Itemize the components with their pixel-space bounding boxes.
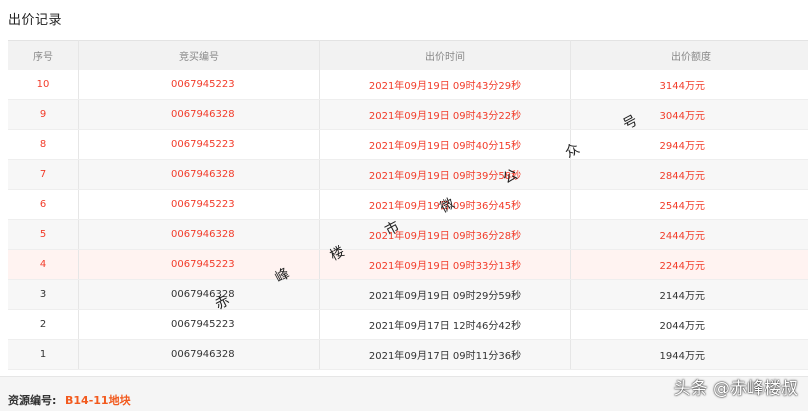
- cell-serial: 1: [8, 340, 79, 370]
- cell-bid-amount: 3044万元: [571, 100, 808, 130]
- cell-bid-code: 0067946328: [79, 100, 320, 130]
- cell-bid-amount: 2244万元: [571, 250, 808, 280]
- cell-bid-code: 0067946328: [79, 160, 320, 190]
- table-row: 6 0067945223 2021年09月19日 09时36分45秒 2544万…: [8, 190, 808, 220]
- table-row: 7 0067946328 2021年09月19日 09时39分58秒 2844万…: [8, 160, 808, 190]
- cell-bid-code: 0067945223: [79, 130, 320, 160]
- cell-bid-code: 0067946328: [79, 340, 320, 370]
- cell-bid-amount: 2844万元: [571, 160, 808, 190]
- cell-bid-time: 2021年09月19日 09时40分15秒: [320, 130, 571, 160]
- table-row: 9 0067946328 2021年09月19日 09时43分22秒 3044万…: [8, 100, 808, 130]
- table-header-row: 序号 竞买编号 出价时间 出价额度: [8, 41, 808, 71]
- table-row: 4 0067945223 2021年09月19日 09时33分13秒 2244万…: [8, 250, 808, 280]
- cell-bid-amount: 2144万元: [571, 280, 808, 310]
- cell-bid-time: 2021年09月19日 09时43分29秒: [320, 70, 571, 100]
- cell-serial: 9: [8, 100, 79, 130]
- cell-serial: 2: [8, 310, 79, 340]
- cell-bid-time: 2021年09月19日 09时33分13秒: [320, 250, 571, 280]
- cell-bid-time: 2021年09月19日 09时39分58秒: [320, 160, 571, 190]
- cell-bid-time: 2021年09月19日 09时29分59秒: [320, 280, 571, 310]
- table-row: 10 0067945223 2021年09月19日 09时43分29秒 3144…: [8, 70, 808, 100]
- cell-bid-amount: 2444万元: [571, 220, 808, 250]
- corner-watermark: 头条 @赤峰楼叔: [674, 374, 798, 399]
- header-bid-code: 竞买编号: [79, 41, 320, 71]
- cell-serial: 3: [8, 280, 79, 310]
- table-row: 8 0067945223 2021年09月19日 09时40分15秒 2944万…: [8, 130, 808, 160]
- resource-number-label: 资源编号:: [8, 392, 56, 408]
- cell-bid-time: 2021年09月17日 12时46分42秒: [320, 310, 571, 340]
- cell-serial: 7: [8, 160, 79, 190]
- cell-bid-time: 2021年09月17日 09时11分36秒: [320, 340, 571, 370]
- table-row: 3 0067946328 2021年09月19日 09时29分59秒 2144万…: [8, 280, 808, 310]
- header-serial: 序号: [8, 41, 79, 71]
- table-row: 5 0067946328 2021年09月19日 09时36分28秒 2444万…: [8, 220, 808, 250]
- cell-bid-amount: 2544万元: [571, 190, 808, 220]
- resource-number-value: B14-11地块: [65, 392, 131, 408]
- cell-serial: 10: [8, 70, 79, 100]
- cell-serial: 8: [8, 130, 79, 160]
- cell-serial: 6: [8, 190, 79, 220]
- header-bid-time: 出价时间: [320, 41, 571, 71]
- cell-serial: 4: [8, 250, 79, 280]
- cell-bid-time: 2021年09月19日 09时36分28秒: [320, 220, 571, 250]
- page-title: 出价记录: [8, 9, 62, 28]
- cell-bid-code: 0067945223: [79, 70, 320, 100]
- cell-bid-code: 0067946328: [79, 220, 320, 250]
- cell-bid-amount: 2044万元: [571, 310, 808, 340]
- cell-bid-amount: 2944万元: [571, 130, 808, 160]
- bid-records-table: 序号 竞买编号 出价时间 出价额度 10 0067945223 2021年09月…: [8, 40, 808, 370]
- cell-bid-amount: 1944万元: [571, 340, 808, 370]
- cell-bid-code: 0067945223: [79, 190, 320, 220]
- header-bid-amount: 出价额度: [571, 41, 808, 71]
- table-row: 2 0067945223 2021年09月17日 12时46分42秒 2044万…: [8, 310, 808, 340]
- cell-bid-amount: 3144万元: [571, 70, 808, 100]
- table-row: 1 0067946328 2021年09月17日 09时11分36秒 1944万…: [8, 340, 808, 370]
- cell-serial: 5: [8, 220, 79, 250]
- cell-bid-time: 2021年09月19日 09时43分22秒: [320, 100, 571, 130]
- cell-bid-code: 0067945223: [79, 310, 320, 340]
